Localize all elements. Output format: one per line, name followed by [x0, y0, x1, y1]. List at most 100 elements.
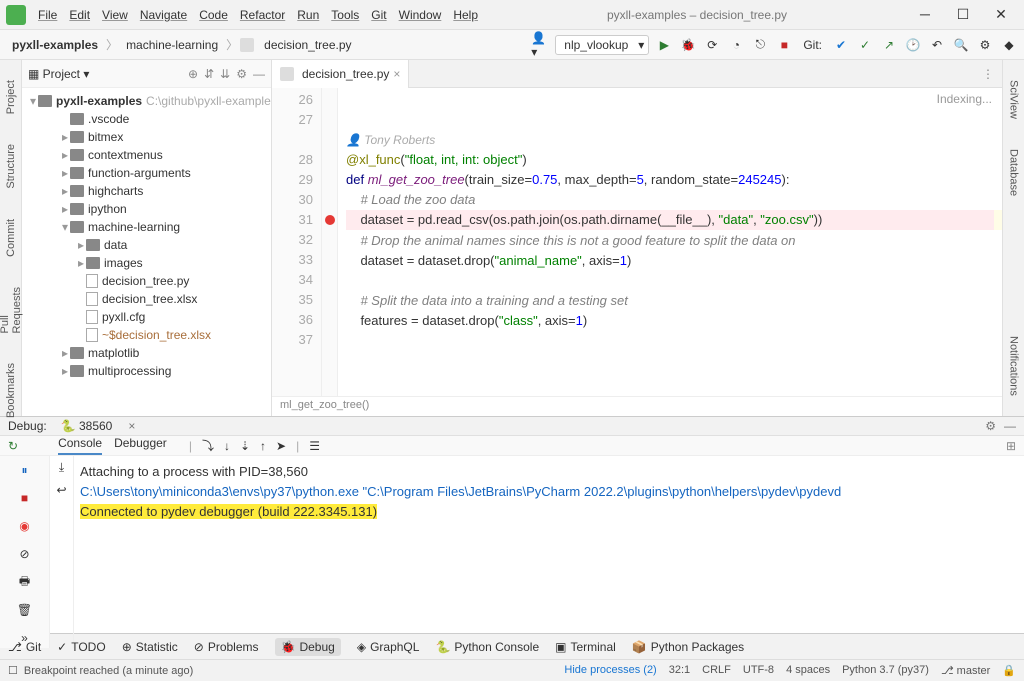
menu-window[interactable]: Window [393, 4, 448, 26]
clear-icon[interactable]: 🗑 [15, 600, 35, 620]
tool-bookmarks[interactable]: Bookmarks [5, 363, 17, 418]
git-update-icon[interactable]: ✔ [832, 36, 850, 54]
debug-gear-icon[interactable]: ⚙ [985, 419, 996, 433]
settings-icon[interactable]: ⚙ [976, 36, 994, 54]
stop-debug-icon[interactable]: ■ [15, 488, 35, 508]
editor-tab[interactable]: decision_tree.py × [272, 60, 409, 88]
line-gutter[interactable]: 2627 28293031323334353637 [272, 88, 322, 396]
debug-button[interactable]: 🐞 [679, 36, 697, 54]
gear-icon[interactable]: ⚙ [236, 67, 247, 81]
breadcrumb-root[interactable]: pyxll-examples [6, 36, 104, 54]
tree-file[interactable]: pyxll.cfg [22, 308, 271, 326]
tree-file[interactable]: decision_tree.xlsx [22, 290, 271, 308]
tree-folder[interactable]: ▸matplotlib [22, 344, 271, 362]
tool-commit[interactable]: Commit [5, 219, 17, 257]
menu-git[interactable]: Git [365, 4, 392, 26]
tree-file[interactable]: decision_tree.py [22, 272, 271, 290]
tree-root[interactable]: ▾ pyxll-examples C:\github\pyxll-example [22, 92, 271, 110]
view-breakpoints-icon[interactable]: ◉ [15, 516, 35, 536]
hide-icon[interactable]: — [253, 67, 265, 81]
step-over-icon[interactable]: ⤵ [202, 437, 214, 454]
editor-more-icon[interactable]: ⋮ [982, 67, 1002, 81]
pause-icon[interactable]: ⏸ [15, 460, 35, 480]
soft-wrap-icon[interactable]: ↩ [56, 483, 66, 497]
btab-python-console[interactable]: 🐍 Python Console [435, 640, 539, 654]
print-icon[interactable]: 🖶 [15, 572, 35, 592]
btab-terminal[interactable]: ▣ Terminal [555, 640, 616, 654]
interpreter[interactable]: Python 3.7 (py37) [842, 664, 929, 677]
btab-statistic[interactable]: ⊕ Statistic [122, 640, 178, 654]
tool-sciview[interactable]: SciView [1008, 80, 1020, 119]
tree-folder[interactable]: ▸contextmenus [22, 146, 271, 164]
tree-folder[interactable]: ▾machine-learning [22, 218, 271, 236]
code-area[interactable]: 👤 Tony Roberts@xl_func("float, int, int:… [338, 88, 1002, 396]
btab-python-packages[interactable]: 📦 Python Packages [632, 640, 744, 654]
run-to-cursor-icon[interactable]: ➤ [276, 439, 286, 453]
menu-help[interactable]: Help [447, 4, 484, 26]
breakpoint-gutter[interactable] [322, 88, 338, 396]
git-push-icon[interactable]: ↗ [880, 36, 898, 54]
step-into-icon[interactable]: ↓ [224, 439, 230, 453]
console-output[interactable]: Attaching to a process with PID=38,560 C… [74, 456, 1024, 648]
git-history-icon[interactable]: 🕑 [904, 36, 922, 54]
tree-folder[interactable]: ▸function-arguments [22, 164, 271, 182]
stop-button[interactable]: ■ [775, 36, 793, 54]
collapse-icon[interactable]: ⇊ [220, 67, 230, 81]
locate-icon[interactable]: ⊕ [188, 67, 198, 81]
search-icon[interactable]: 🔍 [952, 36, 970, 54]
btab-debug[interactable]: 🐞 Debug [275, 638, 341, 656]
btab-git[interactable]: ⎇ Git [8, 640, 41, 654]
step-out-icon[interactable]: ↑ [260, 439, 266, 453]
debug-session-tab[interactable]: 🐍 38560 [55, 417, 119, 435]
scroll-to-end-icon[interactable]: ⤓ [59, 460, 64, 475]
breadcrumb-folder[interactable]: machine-learning [120, 36, 224, 54]
debug-hide-icon[interactable]: — [1004, 419, 1016, 433]
attach-button[interactable]: ⎋ [751, 36, 769, 54]
mute-breakpoints-icon[interactable]: ⊘ [15, 544, 35, 564]
project-tree[interactable]: ▾ pyxll-examples C:\github\pyxll-example… [22, 88, 271, 416]
maximize-button[interactable]: ☐ [948, 6, 978, 23]
run-config-dropdown[interactable]: nlp_vlookup ▾ [555, 35, 649, 55]
git-commit-icon[interactable]: ✓ [856, 36, 874, 54]
close-button[interactable]: ✕ [986, 6, 1016, 23]
console-tab[interactable]: Console [58, 436, 102, 455]
tree-folder[interactable]: .vscode [22, 110, 271, 128]
close-session-icon[interactable]: × [128, 419, 135, 433]
rerun-icon[interactable]: ↻ [8, 439, 18, 453]
lock-icon[interactable]: 🔒 [1002, 664, 1016, 677]
tree-folder[interactable]: ▸ipython [22, 200, 271, 218]
tree-folder[interactable]: ▸multiprocessing [22, 362, 271, 380]
editor-crumb[interactable]: ml_get_zoo_tree() [272, 396, 1002, 416]
step-into-my-icon[interactable]: ⇣ [240, 439, 250, 453]
pycharm-icon[interactable]: ◆ [1000, 36, 1018, 54]
layout-icon[interactable]: ⊞ [1006, 439, 1016, 453]
tool-project[interactable]: Project [5, 80, 17, 114]
menu-navigate[interactable]: Navigate [134, 4, 193, 26]
project-title[interactable]: ▦ Project ▾ [28, 67, 89, 81]
coverage-button[interactable]: ⟳ [703, 36, 721, 54]
menu-run[interactable]: Run [291, 4, 325, 26]
menu-view[interactable]: View [96, 4, 134, 26]
minimize-button[interactable]: ─ [910, 6, 940, 23]
menu-refactor[interactable]: Refactor [234, 4, 291, 26]
breadcrumb-file[interactable]: decision_tree.py [258, 36, 357, 54]
encoding[interactable]: UTF-8 [743, 664, 774, 677]
cursor-position[interactable]: 32:1 [669, 664, 690, 677]
debugger-tab[interactable]: Debugger [114, 436, 167, 455]
tree-file[interactable]: ~$decision_tree.xlsx [22, 326, 271, 344]
close-tab-icon[interactable]: × [393, 67, 400, 81]
tool-pull-requests[interactable]: Pull Requests [0, 287, 23, 333]
git-branch[interactable]: ⎇ master [941, 664, 990, 677]
btab-todo[interactable]: ✓ TODO [57, 640, 106, 654]
menu-file[interactable]: File [32, 4, 63, 26]
user-icon[interactable]: 👤▾ [531, 36, 549, 54]
tool-database[interactable]: Database [1008, 149, 1020, 196]
git-rollback-icon[interactable]: ↶ [928, 36, 946, 54]
evaluate-icon[interactable]: ☰ [309, 439, 320, 453]
tree-folder[interactable]: ▸bitmex [22, 128, 271, 146]
tree-folder[interactable]: ▸images [22, 254, 271, 272]
indent[interactable]: 4 spaces [786, 664, 830, 677]
menu-edit[interactable]: Edit [63, 4, 96, 26]
expand-icon[interactable]: ⇵ [204, 67, 214, 81]
tool-structure[interactable]: Structure [5, 144, 17, 189]
